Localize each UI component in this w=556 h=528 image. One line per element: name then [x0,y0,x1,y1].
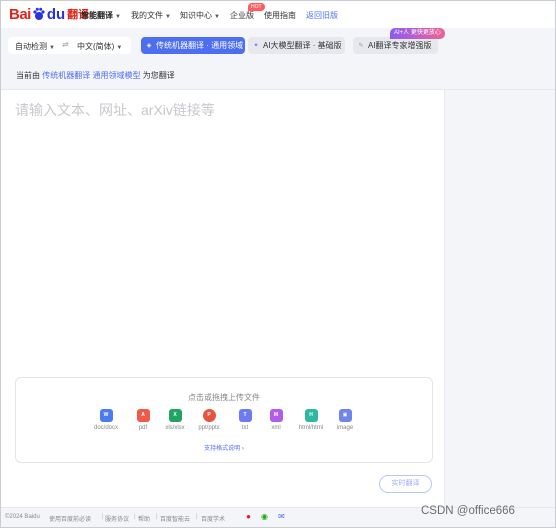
html-icon: H [304,409,318,422]
language-selector: 自动检测 ▼ ⇌ 中文(简体) ▼ [8,37,131,54]
nav-user-guide[interactable]: 使用指南 [264,10,296,21]
baidu-paw-icon [33,7,45,20]
footer-link-cloud[interactable]: 百度智能云 [160,514,190,523]
nav-knowledge-center[interactable]: 知识中心 ▼ [180,10,220,21]
translate-toolbar: 自动检测 ▼ ⇌ 中文(简体) ▼ ◈ 传统机器翻译 · 通用领域 ✦ AI大模型翻… [1,28,555,90]
source-language-select[interactable]: 自动检测 ▼ [15,41,55,52]
wechat-icon[interactable]: ◉ [260,513,269,521]
realtime-translate-button[interactable]: 实时翻译 [379,475,432,493]
mode-traditional-label: 传统机器翻译 · 通用领域 [156,41,244,50]
notice-engine-link[interactable]: 传统机器翻译 [42,71,90,80]
footer-link-terms[interactable]: 使用百度前必读 [49,514,91,523]
footer-separator: | [134,514,136,520]
upload-title: 点击或拖拽上传文件 [188,393,260,402]
ppt-icon: P [202,409,216,422]
file-upload-dropzone[interactable]: 点击或拖拽上传文件 W doc/docx A pdf X xls/xlsx P … [15,377,433,463]
file-type-image: ▣ image [325,409,365,431]
nav-knowledge-center-label: 知识中心 [180,11,212,20]
ai-human-badge: AI+人 更快更放心 [390,28,445,39]
chevron-down-icon: ▼ [214,14,220,20]
footer-link-agreement[interactable]: 服务协议 [105,514,129,523]
file-type-label: xml [271,425,281,431]
footer-link-help[interactable]: 帮助 [138,514,150,523]
baidu-translate-logo[interactable]: Bai du 翻译 [9,4,89,24]
source-text-input[interactable]: 请输入文本、网址、arXiv链接等 [15,100,215,120]
footer-separator: | [196,514,198,520]
engine-notice: 当前由 传统机器翻译 通用领域模型 为您翻译 [16,70,175,81]
nav-return-old-version[interactable]: 返回旧版 [306,10,338,21]
logo-du-text: du [46,5,66,23]
nav-enterprise[interactable]: 企业版 [230,10,254,21]
ai-model-icon: ✦ [253,42,259,49]
notice-model-link[interactable]: 通用领域模型 [92,71,140,80]
machine-translate-icon: ◈ [146,42,152,49]
target-language-label: 中文(简体) [77,42,115,51]
mode-traditional-mt-button[interactable]: ◈ 传统机器翻译 · 通用领域 [141,37,245,54]
translation-result-panel [444,90,555,507]
file-type-label: doc/docx [93,425,118,431]
nav-smart-translate[interactable]: 智能翻译 ▼ [81,10,121,21]
top-navigation: Bai du 翻译 智能翻译 ▼ 我的文件 ▼ 知识中心 ▼ 企业版 HOT 使用指南… [1,1,555,28]
mode-llm-label: AI大模型翻译 · 基础版 [263,41,342,50]
chevron-down-icon: ▼ [115,14,121,20]
file-type-doc: W doc/docx [86,409,126,431]
hot-badge: HOT [248,3,265,11]
source-language-label: 自动检测 [15,42,47,51]
nav-smart-translate-label: 智能翻译 [81,11,113,20]
nav-enterprise-label: 企业版 [230,11,254,20]
nav-my-files-label: 我的文件 [131,11,163,20]
footer-separator: | [102,514,104,520]
swap-languages-icon[interactable]: ⇌ [62,40,69,49]
file-type-label: image [336,425,354,431]
txt-icon: T [238,409,252,422]
mode-ai-expert-button[interactable]: ✎ AI翻译专家增强版 [353,37,438,54]
format-help-link[interactable]: 支持格式说明 › [16,443,432,452]
nav-user-guide-label: 使用指南 [264,11,296,20]
chevron-down-icon: ▼ [165,14,171,20]
notice-suffix: 为您翻译 [142,71,175,80]
word-icon: W [99,409,113,422]
chevron-down-icon: ▼ [116,45,123,51]
footer-link-scholar[interactable]: 百度学术 [201,514,225,523]
logo-bai-text: Bai [9,5,31,23]
copyright-text: ©2024 Baidu [5,514,40,520]
weibo-icon[interactable]: ● [244,513,253,521]
nav-return-old-version-label: 返回旧版 [306,11,338,20]
footer-separator: | [156,514,158,520]
expert-icon: ✎ [358,42,364,49]
excel-icon: X [168,409,182,422]
mode-pro-label: AI翻译专家增强版 [368,41,432,50]
nav-my-files[interactable]: 我的文件 ▼ [131,10,171,21]
xml-icon: M [269,409,283,422]
chevron-down-icon: ▼ [49,45,55,51]
image-icon: ▣ [338,409,352,422]
pdf-icon: A [136,409,150,422]
file-type-label: ppt/pptx [198,425,220,431]
mail-icon[interactable]: ✉ [277,513,286,521]
target-language-select[interactable]: 中文(简体) ▼ [77,41,122,52]
file-type-xml: M xml [256,409,296,431]
csdn-watermark: CSDN @office666 [421,505,515,517]
notice-prefix: 当前由 [16,71,40,80]
file-type-ppt: P ppt/pptx [189,409,229,431]
mode-ai-llm-button[interactable]: ✦ AI大模型翻译 · 基础版 [248,37,345,54]
